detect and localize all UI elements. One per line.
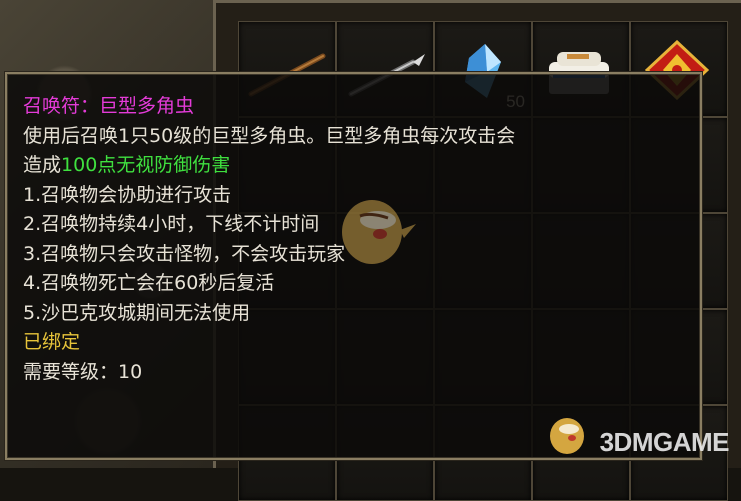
item-description-line-2: 造成100点无视防御伤害: [23, 151, 686, 181]
description-prefix: 造成: [23, 154, 62, 176]
item-description-line-1: 使用后召唤1只50级的巨型多角虫。巨型多角虫每次攻击会: [23, 124, 516, 147]
mascot-watermark-icon: [342, 200, 416, 264]
damage-highlight: 100点无视防御伤害: [61, 154, 231, 176]
effect-line-4: 4.召唤物死亡会在60秒后复活: [23, 272, 275, 294]
logo-mascot-icon: [550, 418, 584, 454]
item-name: 召唤符：巨型多角虫: [23, 95, 195, 117]
bound-status: 已绑定: [23, 331, 81, 353]
effect-line-5: 5.沙巴克攻城期间无法使用: [23, 301, 251, 324]
level-requirement: 需要等级：10: [23, 360, 143, 383]
watermark-logo: 3DMGAME: [599, 427, 730, 457]
